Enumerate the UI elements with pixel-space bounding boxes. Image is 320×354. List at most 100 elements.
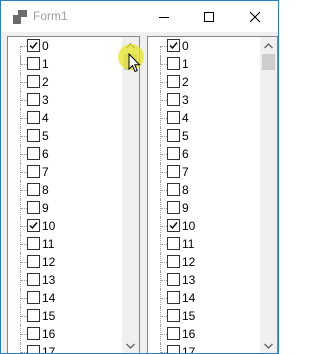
node-checkbox[interactable]: [167, 75, 180, 88]
tree-node[interactable]: 8: [148, 181, 263, 199]
node-checkbox[interactable]: [167, 291, 180, 304]
tree-node[interactable]: 7: [8, 163, 123, 181]
node-checkbox[interactable]: [167, 165, 180, 178]
node-checkbox[interactable]: [167, 147, 180, 160]
tree-node[interactable]: 3: [8, 91, 123, 109]
node-label[interactable]: 10: [182, 219, 195, 233]
tree-node[interactable]: 5: [148, 127, 263, 145]
node-label[interactable]: 0: [182, 39, 189, 53]
node-label[interactable]: 10: [42, 219, 55, 233]
tree-node[interactable]: 5: [8, 127, 123, 145]
node-label[interactable]: 15: [42, 309, 55, 323]
node-label[interactable]: 14: [42, 291, 55, 305]
title-bar[interactable]: Form1: [1, 1, 278, 32]
node-label[interactable]: 13: [182, 273, 195, 287]
node-checkbox[interactable]: [27, 237, 40, 250]
node-label[interactable]: 7: [42, 165, 49, 179]
node-checkbox[interactable]: [167, 237, 180, 250]
node-checkbox[interactable]: [27, 309, 40, 322]
node-checkbox[interactable]: [167, 309, 180, 322]
node-label[interactable]: 8: [182, 183, 189, 197]
tree-node[interactable]: 6: [148, 145, 263, 163]
tree-node[interactable]: 15: [8, 307, 123, 325]
tree-node[interactable]: 15: [148, 307, 263, 325]
node-checkbox[interactable]: [27, 255, 40, 268]
node-label[interactable]: 4: [42, 111, 49, 125]
node-checkbox[interactable]: [167, 57, 180, 70]
tree-node[interactable]: 4: [148, 109, 263, 127]
node-checkbox[interactable]: [167, 39, 180, 52]
node-label[interactable]: 17: [182, 345, 195, 353]
tree-node[interactable]: 2: [148, 73, 263, 91]
tree-node[interactable]: 14: [8, 289, 123, 307]
node-checkbox[interactable]: [167, 255, 180, 268]
tree-node[interactable]: 1: [8, 55, 123, 73]
minimize-button[interactable]: [142, 1, 187, 32]
tree-node[interactable]: 13: [8, 271, 123, 289]
node-label[interactable]: 1: [182, 57, 189, 71]
node-checkbox[interactable]: [167, 111, 180, 124]
node-checkbox[interactable]: [167, 327, 180, 340]
tree-node[interactable]: 17: [8, 343, 123, 353]
maximize-button[interactable]: [187, 1, 232, 32]
node-label[interactable]: 12: [182, 255, 195, 269]
node-checkbox[interactable]: [167, 129, 180, 142]
node-checkbox[interactable]: [167, 219, 180, 232]
node-checkbox[interactable]: [27, 183, 40, 196]
node-label[interactable]: 3: [42, 93, 49, 107]
forms-app-icon[interactable]: [13, 10, 27, 24]
tree-node[interactable]: 11: [8, 235, 123, 253]
node-label[interactable]: 4: [182, 111, 189, 125]
node-label[interactable]: 13: [42, 273, 55, 287]
tree-node[interactable]: 13: [148, 271, 263, 289]
node-label[interactable]: 6: [182, 147, 189, 161]
node-checkbox[interactable]: [27, 75, 40, 88]
node-label[interactable]: 11: [182, 237, 194, 251]
node-checkbox[interactable]: [167, 201, 180, 214]
tree-node[interactable]: 9: [8, 199, 123, 217]
tree-node[interactable]: 7: [148, 163, 263, 181]
node-checkbox[interactable]: [27, 129, 40, 142]
right-vertical-scrollbar[interactable]: [260, 37, 277, 353]
node-checkbox[interactable]: [167, 93, 180, 106]
node-label[interactable]: 0: [42, 39, 49, 53]
node-label[interactable]: 6: [42, 147, 49, 161]
right-scroll-down-button[interactable]: [260, 337, 277, 353]
node-label[interactable]: 17: [42, 345, 55, 353]
node-label[interactable]: 15: [182, 309, 195, 323]
node-checkbox[interactable]: [27, 201, 40, 214]
close-button[interactable]: [233, 1, 278, 32]
node-label[interactable]: 16: [182, 327, 195, 341]
node-label[interactable]: 16: [42, 327, 55, 341]
node-checkbox[interactable]: [167, 183, 180, 196]
tree-node[interactable]: 0: [8, 37, 123, 64]
tree-node[interactable]: 6: [8, 145, 123, 163]
node-checkbox[interactable]: [27, 93, 40, 106]
node-label[interactable]: 11: [42, 237, 54, 251]
tree-node[interactable]: 1: [148, 55, 263, 73]
node-checkbox[interactable]: [27, 147, 40, 160]
tree-node[interactable]: 8: [8, 181, 123, 199]
left-vertical-scrollbar[interactable]: [122, 37, 139, 353]
tree-node[interactable]: 12: [8, 253, 123, 271]
tree-node[interactable]: 3: [148, 91, 263, 109]
node-checkbox[interactable]: [27, 273, 40, 286]
tree-node[interactable]: 10: [148, 217, 263, 235]
node-label[interactable]: 5: [42, 129, 49, 143]
node-label[interactable]: 14: [182, 291, 195, 305]
tree-node[interactable]: 0: [148, 37, 263, 64]
node-label[interactable]: 7: [182, 165, 189, 179]
tree-node[interactable]: 4: [8, 109, 123, 127]
left-tree-view[interactable]: 0 1 2 3 4 5 6 7 8 9 10 11 12 13 14 15 16 17: [7, 36, 140, 353]
node-label[interactable]: 3: [182, 93, 189, 107]
node-checkbox[interactable]: [27, 345, 40, 353]
tree-node[interactable]: 17: [148, 343, 263, 353]
node-checkbox[interactable]: [27, 57, 40, 70]
tree-node[interactable]: 11: [148, 235, 263, 253]
node-label[interactable]: 8: [42, 183, 49, 197]
left-scroll-down-button[interactable]: [122, 337, 139, 353]
node-label[interactable]: 2: [182, 75, 189, 89]
node-checkbox[interactable]: [27, 327, 40, 340]
node-checkbox[interactable]: [27, 291, 40, 304]
right-scroll-thumb[interactable]: [262, 54, 275, 70]
